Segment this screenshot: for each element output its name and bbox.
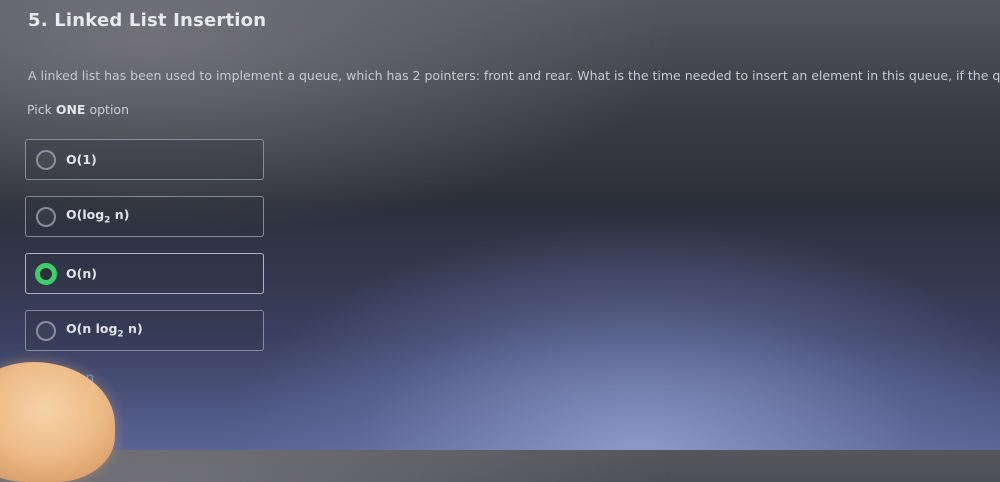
question-page: 5. Linked List Insertion A linked list h…: [0, 0, 1000, 482]
radio-button[interactable]: [36, 206, 56, 227]
option-label: O(n log2 n): [66, 321, 143, 340]
option-o-n[interactable]: O(n): [25, 253, 264, 294]
question-title: 5. Linked List Insertion: [28, 10, 267, 31]
pick-prefix: Pick: [27, 102, 52, 117]
pick-emphasis: ONE: [55, 102, 86, 117]
option-o-log2-n[interactable]: O(log2 n): [25, 196, 264, 237]
option-label: O(log2 n): [66, 207, 130, 226]
pick-suffix: option: [89, 102, 129, 117]
option-label: O(1): [66, 152, 97, 167]
radio-button[interactable]: [36, 320, 56, 341]
radio-button-checked[interactable]: [35, 262, 57, 285]
option-label: O(n): [66, 266, 97, 281]
option-o-n-log2-n[interactable]: O(n log2 n): [25, 310, 264, 351]
radio-button[interactable]: [36, 149, 56, 170]
option-o-1[interactable]: O(1): [25, 139, 264, 180]
question-text: A linked list has been used to implement…: [28, 68, 1000, 83]
pick-instruction: Pick ONE option: [27, 102, 129, 117]
finger-occlusion: [0, 362, 115, 482]
